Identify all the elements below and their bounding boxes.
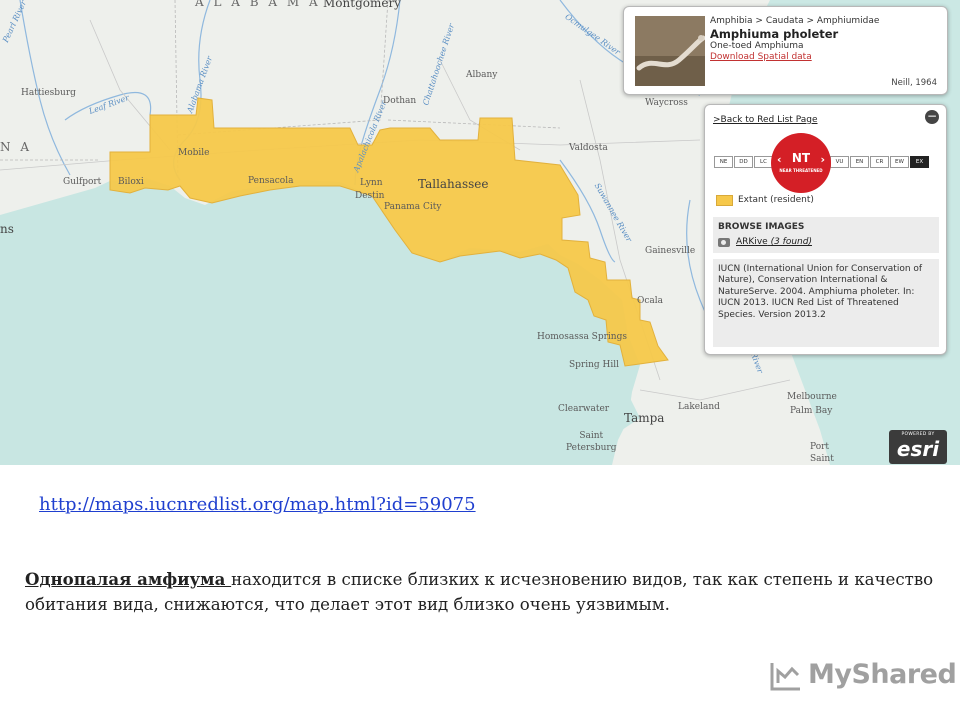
city-palm-bay: Palm Bay [790,406,833,416]
city-lynn: Lynn [360,178,383,188]
city-clearwater: Clearwater [558,404,610,414]
chevron-right-icon: › [820,153,825,166]
status-cr[interactable]: CR [870,156,889,168]
city-tampa: Tampa [624,411,665,425]
city-hattiesburg: Hattiesburg [21,88,76,98]
status-vu[interactable]: VU [830,156,849,168]
arkive-count: (3 found) [770,237,812,247]
state-label-louisiana: N A [0,140,32,154]
common-name: One-toed Amphiuma [710,41,804,51]
city-ocala: Ocala [637,296,664,306]
species-photo [635,16,705,86]
city-saint-petersburg: Saint Petersburg [566,431,617,453]
myshared-watermark: MyShared [768,657,957,693]
legend-label-extant: Extant (resident) [738,195,814,205]
amphiuma-image [635,16,705,86]
species-name-ru: Однопалая амфиума [25,569,232,589]
photo-credit: Neill, 1964 [891,78,937,88]
back-to-red-list-link[interactable]: >Back to Red List Page [713,115,818,125]
species-text-block: Amphibia > Caudata > Amphiumidae Amphium… [710,16,879,63]
arkive-link[interactable]: ARKive (3 found) [736,237,812,247]
minus-icon[interactable]: − [925,110,939,124]
myshared-logo-icon [770,663,800,691]
citation-text: IUCN (International Union for Conservati… [713,259,939,347]
scientific-name: Amphiuma pholeter [710,27,839,41]
city-gulfport: Gulfport [63,177,102,187]
status-dd[interactable]: DD [734,156,753,168]
status-label: NEAR THREATENED [779,168,823,173]
esri-wordmark: esri [896,437,940,461]
browse-images-title: BROWSE IMAGES [718,222,805,232]
city-mobile: Mobile [178,148,210,158]
taxonomy-path: Amphibia > Caudata > Amphiumidae [710,16,880,26]
download-spatial-data-link[interactable]: Download Spatial data [710,52,879,63]
city-spring-hill: Spring Hill [569,360,620,370]
status-en[interactable]: EN [850,156,869,168]
city-port-saint: Port Saint [810,442,834,464]
status-badge-nt: ‹ NT › NEAR THREATENED [771,133,831,193]
source-url-link[interactable]: http://maps.iucnredlist.org/map.html?id=… [39,494,476,515]
city-waycross: Waycross [645,98,688,108]
myshared-wordmark: MyShared [808,659,957,690]
city-panama-city: Panama City [384,202,442,212]
legend-swatch-extant [716,195,733,206]
city-gainesville: Gainesville [645,246,696,256]
state-label-alabama: A L A B A M A [195,0,321,9]
city-pensacola: Pensacola [248,176,294,186]
city-melbourne: Melbourne [787,392,837,402]
city-new-orleans-fragment: ns [0,222,14,236]
city-destin: Destin [355,191,385,201]
city-homosassa-springs: Homosassa Springs [537,332,627,342]
camera-icon [718,238,730,247]
arkive-link-label: ARKive [736,237,768,247]
red-list-status-card: >Back to Red List Page − NE DD LC VU EN … [704,104,947,355]
slide-description: Однопалая амфиума находится в списке бли… [25,567,935,617]
road-5 [639,379,791,401]
browse-images-box: BROWSE IMAGES ARKive (3 found) [713,217,939,253]
status-ew[interactable]: EW [890,156,909,168]
city-montgomery: Montgomery [323,0,401,10]
status-ex[interactable]: EX [910,156,929,168]
species-info-card: Amphibia > Caudata > Amphiumidae Amphium… [623,6,948,95]
esri-logo: POWERED BY esri [889,430,947,464]
city-lakeland: Lakeland [678,402,720,412]
border-ga-fl [387,119,561,129]
range-map[interactable]: A L A B A M A N A Montgomery Hattiesburg… [0,0,960,465]
city-biloxi: Biloxi [118,177,144,187]
city-albany: Albany [466,70,498,80]
city-tallahassee: Tallahassee [418,177,489,191]
city-valdosta: Valdosta [569,143,608,153]
status-ne[interactable]: NE [714,156,733,168]
city-dothan: Dothan [383,96,417,106]
